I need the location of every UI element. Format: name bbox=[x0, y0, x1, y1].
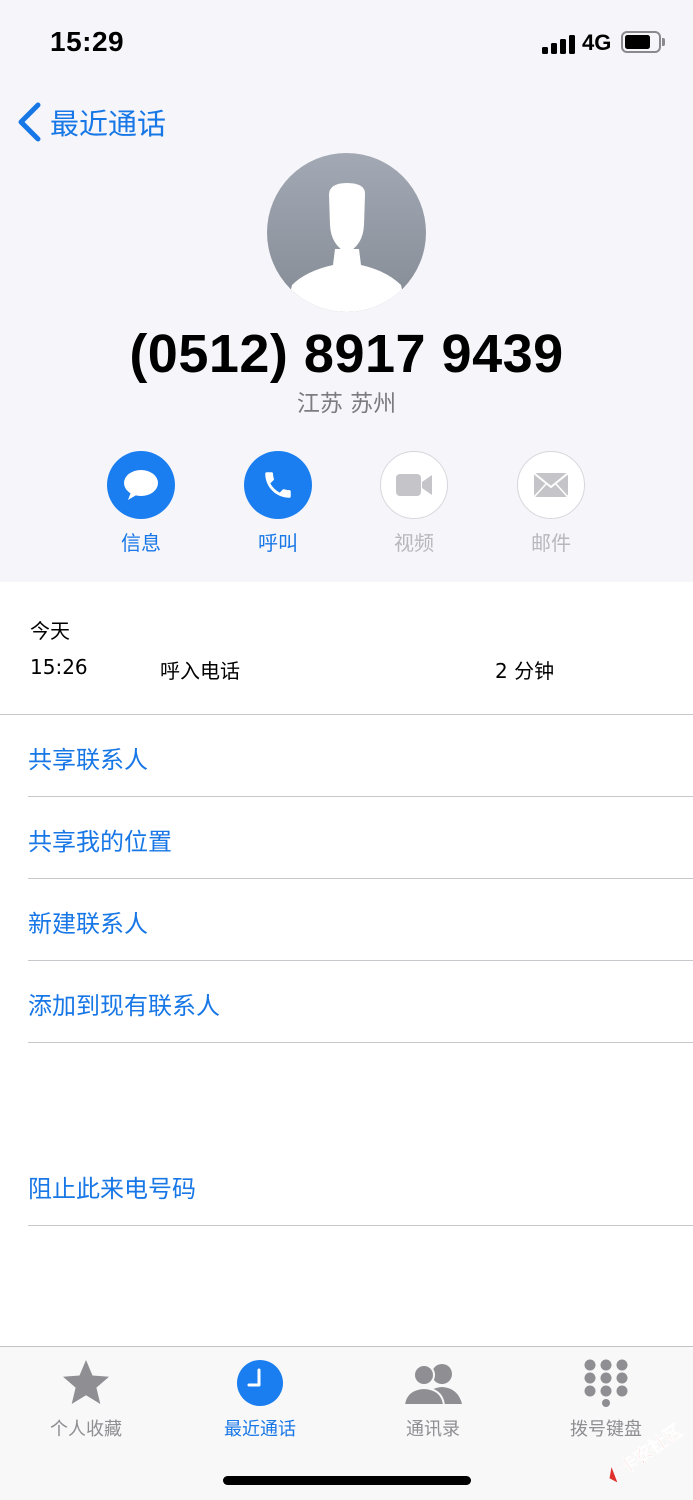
chevron-left-icon bbox=[18, 102, 41, 142]
tab-recents-label: 最近通话 bbox=[224, 1419, 296, 1440]
tab-recents[interactable]: 最近通话 bbox=[180, 1357, 340, 1441]
divider bbox=[28, 1225, 693, 1226]
avatar bbox=[267, 153, 426, 312]
call-button-label: 呼叫 bbox=[258, 531, 298, 555]
caller-location: 江苏 苏州 bbox=[296, 391, 397, 417]
share-location-option[interactable]: 共享我的位置 bbox=[28, 822, 172, 857]
back-button-label: 最近通话 bbox=[50, 107, 167, 141]
tab-contacts[interactable]: 通讯录 bbox=[353, 1357, 513, 1441]
mail-button-label: 邮件 bbox=[531, 531, 571, 555]
mail-envelope-icon bbox=[534, 473, 568, 497]
message-button-label: 信息 bbox=[121, 531, 161, 555]
video-button[interactable]: 视频 bbox=[359, 451, 469, 556]
home-indicator[interactable] bbox=[223, 1476, 471, 1485]
call-log-duration: 2 分钟 bbox=[495, 659, 555, 683]
call-log-time: 15:26 bbox=[30, 655, 88, 679]
divider bbox=[28, 960, 693, 961]
call-log-date: 今天 bbox=[30, 619, 70, 643]
star-icon bbox=[63, 1360, 109, 1404]
divider bbox=[0, 714, 693, 715]
block-caller-option[interactable]: 阻止此来电号码 bbox=[28, 1169, 196, 1204]
cellular-signal-icon bbox=[542, 32, 576, 54]
contacts-icon bbox=[402, 1364, 462, 1406]
tab-contacts-label: 通讯录 bbox=[406, 1419, 460, 1440]
add-to-existing-contact-option[interactable]: 添加到现有联系人 bbox=[28, 986, 220, 1021]
phone-number: (0512) 8917 9439 bbox=[129, 324, 564, 384]
mail-button[interactable]: 邮件 bbox=[496, 451, 606, 556]
watermark-text: 卡农社区 bbox=[615, 1420, 687, 1479]
call-button[interactable]: 呼叫 bbox=[223, 451, 333, 556]
message-bubble-icon bbox=[124, 470, 158, 500]
divider bbox=[28, 796, 693, 797]
person-silhouette-icon bbox=[286, 183, 407, 312]
clock-icon bbox=[237, 1360, 283, 1406]
video-button-label: 视频 bbox=[394, 531, 434, 555]
tab-favorites[interactable]: 个人收藏 bbox=[6, 1357, 166, 1441]
divider bbox=[28, 1042, 693, 1043]
video-camera-icon bbox=[396, 474, 432, 496]
call-log-type: 呼入电话 bbox=[160, 659, 240, 683]
divider bbox=[28, 878, 693, 879]
phone-icon bbox=[265, 472, 291, 498]
watermark-logo: 卡农社区 bbox=[592, 1412, 688, 1483]
network-type: 4G bbox=[582, 30, 612, 55]
message-button[interactable]: 信息 bbox=[86, 451, 196, 556]
share-contact-option[interactable]: 共享联系人 bbox=[28, 740, 148, 775]
back-button[interactable]: 最近通话 bbox=[16, 100, 166, 144]
new-contact-option[interactable]: 新建联系人 bbox=[28, 904, 148, 939]
battery-icon bbox=[621, 31, 665, 55]
keypad-icon bbox=[584, 1359, 628, 1407]
tab-favorites-label: 个人收藏 bbox=[50, 1419, 122, 1440]
status-time: 15:29 bbox=[50, 26, 125, 57]
